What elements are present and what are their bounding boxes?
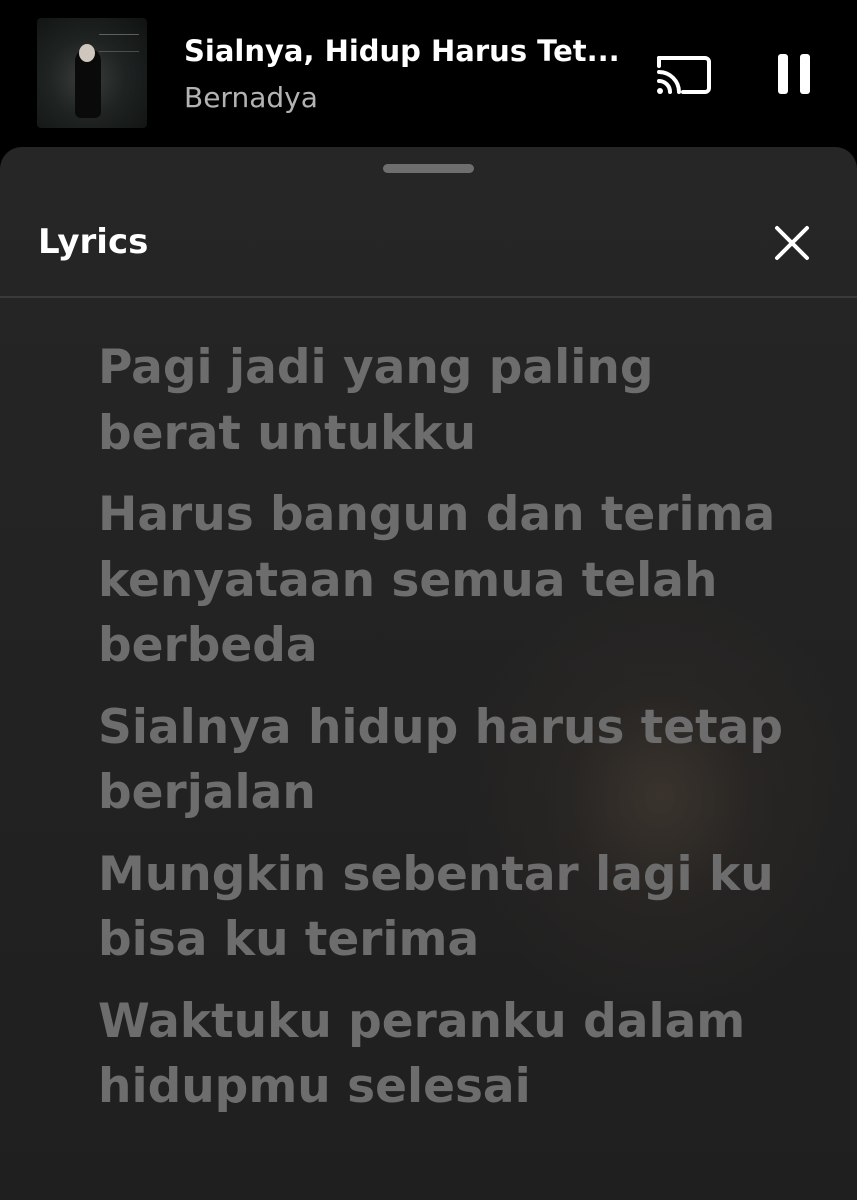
mini-player[interactable]: Sialnya, Hidup Harus Tet... Bernadya (0, 0, 857, 147)
cast-icon (657, 56, 711, 94)
header-divider (0, 296, 857, 298)
lyric-line-part: berat untukku (98, 405, 477, 461)
album-art[interactable] (37, 18, 147, 128)
lyric-line-part: Harus bangun dan terima (98, 487, 776, 542)
pause-icon (778, 54, 810, 94)
lyric-line[interactable]: Harus bangun dan terima kenyataan semua … (98, 482, 798, 679)
drag-handle[interactable] (383, 164, 474, 173)
lyric-line[interactable]: Sialnya hidup harus tetap berjalan (98, 695, 798, 826)
pause-button[interactable] (772, 52, 816, 96)
lyric-line-part: hidupmu selesai (98, 1059, 531, 1114)
lyric-line-part: Mungkin sebentar lagi ku (98, 846, 774, 902)
lyric-line-part: Sialnya hidup harus tetap (98, 699, 783, 755)
lyric-line[interactable]: Pagi jadi yang paling berat untukku (98, 335, 798, 466)
lyric-line-part: berbeda (98, 618, 318, 673)
close-icon (775, 226, 809, 260)
cast-button[interactable] (653, 50, 713, 98)
album-art-head (79, 44, 95, 62)
lyric-line-part: bisa ku terima (98, 912, 480, 967)
lyric-line-part: berjalan (98, 765, 316, 820)
lyrics-list: Pagi jadi yang paling berat untukku Haru… (98, 335, 798, 1136)
lyric-line-part: kenyataan semua telah (98, 552, 718, 608)
album-art-script (99, 34, 139, 52)
lyrics-sheet: Lyrics Pagi jadi yang paling berat untuk… (0, 147, 857, 1200)
lyric-line-part: Waktuku peranku dalam (98, 993, 746, 1049)
track-title[interactable]: Sialnya, Hidup Harus Tet... (184, 34, 620, 68)
lyrics-title: Lyrics (38, 222, 149, 262)
lyric-line-part: Pagi jadi yang paling (98, 340, 654, 395)
close-button[interactable] (768, 219, 816, 267)
lyric-line[interactable]: Waktuku peranku dalam hidupmu selesai (98, 989, 798, 1120)
lyric-line[interactable]: Mungkin sebentar lagi ku bisa ku terima (98, 842, 798, 973)
track-artist[interactable]: Bernadya (184, 82, 318, 114)
